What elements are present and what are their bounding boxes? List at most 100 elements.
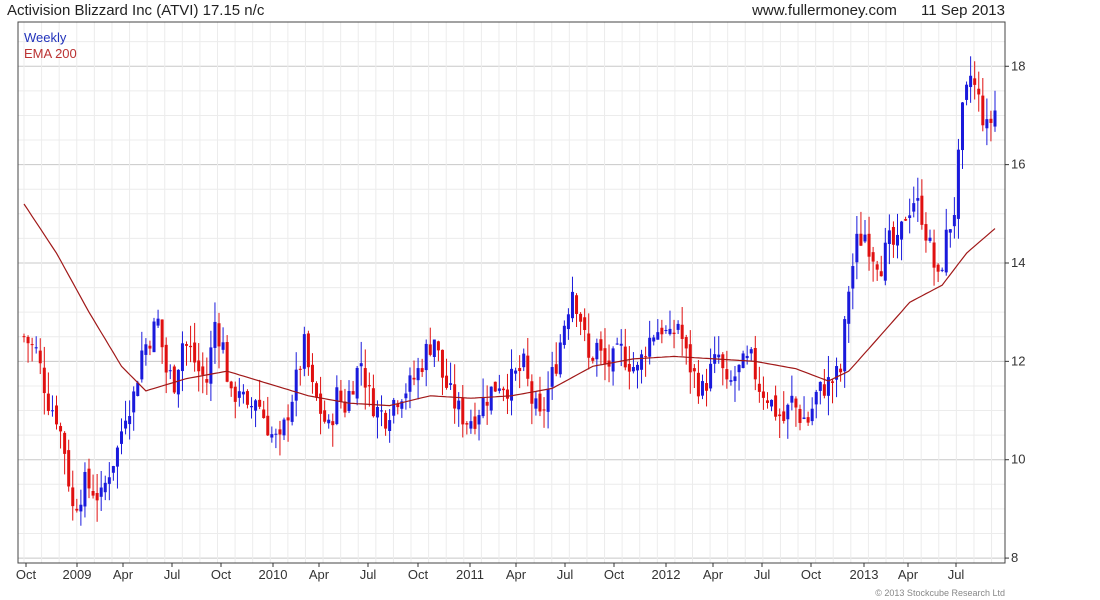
candle-body <box>420 368 424 372</box>
candle-body <box>900 221 904 240</box>
candle <box>481 378 485 419</box>
candle <box>30 337 34 362</box>
candle-body <box>721 354 725 369</box>
candle-body <box>339 390 343 402</box>
candle-body <box>465 423 469 425</box>
candle-body <box>107 477 111 484</box>
candle-body <box>193 342 197 363</box>
candle <box>611 346 615 386</box>
candle <box>392 397 396 424</box>
candle <box>396 400 400 415</box>
candle-body <box>648 337 652 357</box>
candle <box>753 335 757 391</box>
candle <box>160 319 164 364</box>
candle-body <box>168 370 172 372</box>
candle-body <box>59 426 63 432</box>
candle <box>709 348 713 392</box>
candle <box>558 334 562 378</box>
candle-body <box>148 345 152 349</box>
candle-body <box>505 389 509 399</box>
candle-body <box>63 432 67 454</box>
candle-body <box>859 233 863 246</box>
candle-body <box>579 313 583 322</box>
candle-body <box>526 355 530 379</box>
candle-body <box>875 264 879 270</box>
candle-body <box>180 343 184 372</box>
candle-body <box>660 327 664 335</box>
candle <box>575 293 579 328</box>
candle <box>323 400 327 424</box>
candle-body <box>692 368 696 372</box>
candle-body <box>306 333 310 368</box>
candle-body <box>575 295 579 314</box>
candle <box>46 372 50 416</box>
candle <box>956 138 960 239</box>
candle-body <box>652 337 656 342</box>
candle-body <box>160 319 164 348</box>
candle-body <box>91 491 95 496</box>
candle <box>412 360 416 386</box>
candle-body <box>928 237 932 241</box>
candle-body <box>50 410 54 412</box>
candle-body <box>424 343 428 371</box>
candle-body <box>205 379 209 383</box>
candle <box>969 56 973 103</box>
candle <box>839 363 843 382</box>
candle-body <box>115 447 119 467</box>
candle-body <box>985 119 989 129</box>
candle <box>489 386 493 415</box>
candle-body <box>124 420 128 429</box>
candle <box>952 197 956 239</box>
candle <box>367 372 371 407</box>
candle <box>87 458 91 499</box>
candle-body <box>599 339 603 351</box>
candle-body <box>855 233 859 263</box>
candle <box>501 386 505 402</box>
candle <box>965 81 969 106</box>
candle <box>863 219 867 244</box>
candle-body <box>412 377 416 380</box>
x-tick-label: 2013 <box>850 567 879 582</box>
candle <box>916 177 920 222</box>
candle <box>615 337 619 345</box>
candle-body <box>489 386 493 411</box>
candle-body <box>672 332 676 335</box>
candle <box>924 212 928 253</box>
candle <box>339 379 343 409</box>
candle-body <box>34 347 38 349</box>
candle <box>554 342 558 377</box>
candle <box>847 285 851 343</box>
candle <box>908 198 912 234</box>
candle <box>445 358 449 390</box>
candle <box>229 380 233 397</box>
candle-body <box>725 369 729 380</box>
candle <box>538 376 542 417</box>
candle-body <box>103 482 107 493</box>
candle-body <box>95 492 99 501</box>
candle-body <box>132 391 136 413</box>
candle <box>205 357 209 395</box>
candle-body <box>908 215 912 218</box>
candlestick-chart: 81012141618 Oct 2009 Apr Jul Oct 2010 Apr Jul Oc… <box>16 21 1025 582</box>
candle-body <box>806 417 810 423</box>
x-tick-label: 2010 <box>259 567 288 582</box>
candle <box>534 391 538 416</box>
x-tick-label: Jul <box>360 567 377 582</box>
candle-body <box>197 360 201 372</box>
candle-body <box>229 381 233 389</box>
candle <box>696 360 700 404</box>
candle-body <box>611 348 615 372</box>
candle-body <box>554 364 558 374</box>
y-tick-label: 10 <box>1011 452 1025 467</box>
candle <box>388 409 392 443</box>
candle-body <box>461 397 465 425</box>
candle-body <box>680 324 684 339</box>
candle <box>591 356 595 364</box>
candle <box>50 395 54 417</box>
candle-body <box>501 388 505 391</box>
candle <box>900 220 904 261</box>
candle-body <box>331 421 335 426</box>
candle-body <box>969 75 973 88</box>
candle-body <box>164 344 168 373</box>
candle <box>185 341 189 366</box>
